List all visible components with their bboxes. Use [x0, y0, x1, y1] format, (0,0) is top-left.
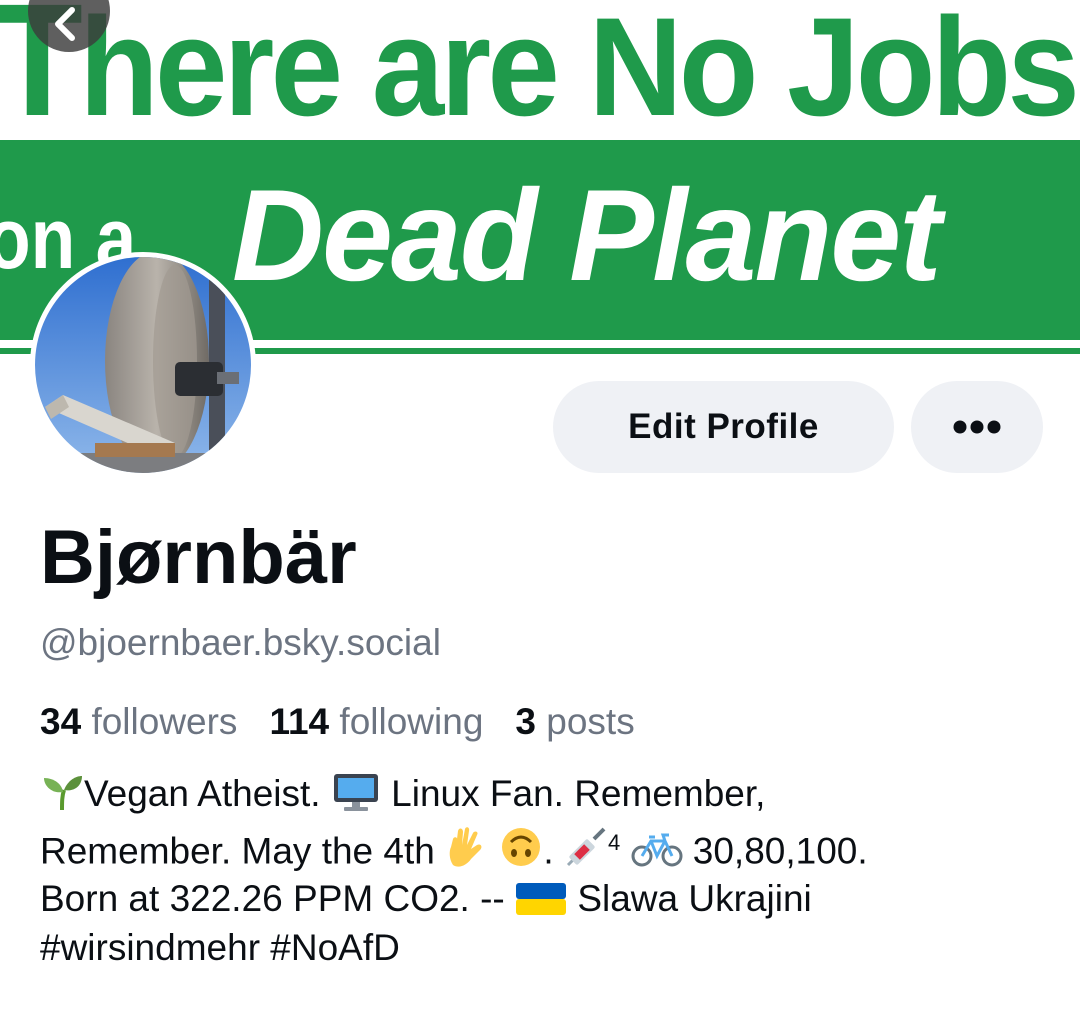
- following-label: following: [339, 701, 484, 742]
- bio-line-3: Born at 322.26 PPM CO2. -- Slawa Ukrajin…: [40, 875, 1050, 924]
- bicycle-icon: [631, 833, 682, 867]
- ellipsis-icon: [953, 420, 1001, 434]
- following-stat[interactable]: 114 following: [269, 697, 483, 747]
- chevron-left-icon: [55, 7, 75, 41]
- profile-bio: Vegan Atheist. Linux Fan. Remember, Reme…: [40, 770, 1050, 972]
- posts-label: posts: [546, 701, 635, 742]
- bio-text-1b: Linux Fan. Remember,: [391, 773, 766, 814]
- banner-text-line2-big: Dead Planet: [232, 162, 942, 308]
- bio-text-2b: .: [543, 829, 554, 871]
- bio-text-3b: Slawa Ukrajini: [577, 878, 812, 920]
- posts-stat: 3 posts: [515, 697, 634, 747]
- bio-line-2: Remember. May the 4th . 4 30,80,100.: [40, 819, 1050, 876]
- bio-text-2a: Remember. May the 4th: [40, 829, 435, 871]
- bio-line-4[interactable]: #wirsindmehr #NoAfD: [40, 924, 1050, 973]
- more-options-button[interactable]: [911, 381, 1043, 473]
- desktop-computer-icon: [333, 774, 378, 811]
- posts-count: 3: [515, 701, 536, 742]
- banner-text-line1: There are No Jobs: [0, 0, 1080, 149]
- profile-handle[interactable]: @bjoernbaer.bsky.social: [40, 618, 441, 668]
- bio-hashtags[interactable]: #wirsindmehr #NoAfD: [40, 927, 400, 968]
- profile-stats: 34 followers 114 following 3 posts: [40, 697, 635, 747]
- bio-text-3a: Born at 322.26 PPM CO2. --: [40, 878, 505, 920]
- profile-screen: There are No Jobs on a Dead Planet Edit …: [0, 0, 1080, 1016]
- ukraine-flag-icon: [516, 883, 567, 916]
- followers-label: followers: [91, 701, 238, 742]
- bio-line-1: Vegan Atheist. Linux Fan. Remember,: [40, 770, 1050, 819]
- followers-stat[interactable]: 34 followers: [40, 697, 237, 747]
- seedling-icon: [44, 776, 82, 811]
- following-count: 114: [269, 701, 330, 742]
- followers-count: 34: [40, 701, 82, 742]
- vulcan-salute-icon: [449, 827, 482, 867]
- avatar[interactable]: [30, 252, 256, 478]
- upside-down-face-icon: [502, 827, 541, 866]
- bio-text-1a: Vegan Atheist.: [84, 773, 321, 814]
- edit-profile-button[interactable]: Edit Profile: [553, 381, 894, 473]
- display-name: Bjørnbär: [40, 515, 357, 600]
- syringe-icon: [566, 827, 606, 866]
- bio-text-2c: 30,80,100.: [692, 829, 868, 871]
- bio-superscript: 4: [607, 829, 621, 855]
